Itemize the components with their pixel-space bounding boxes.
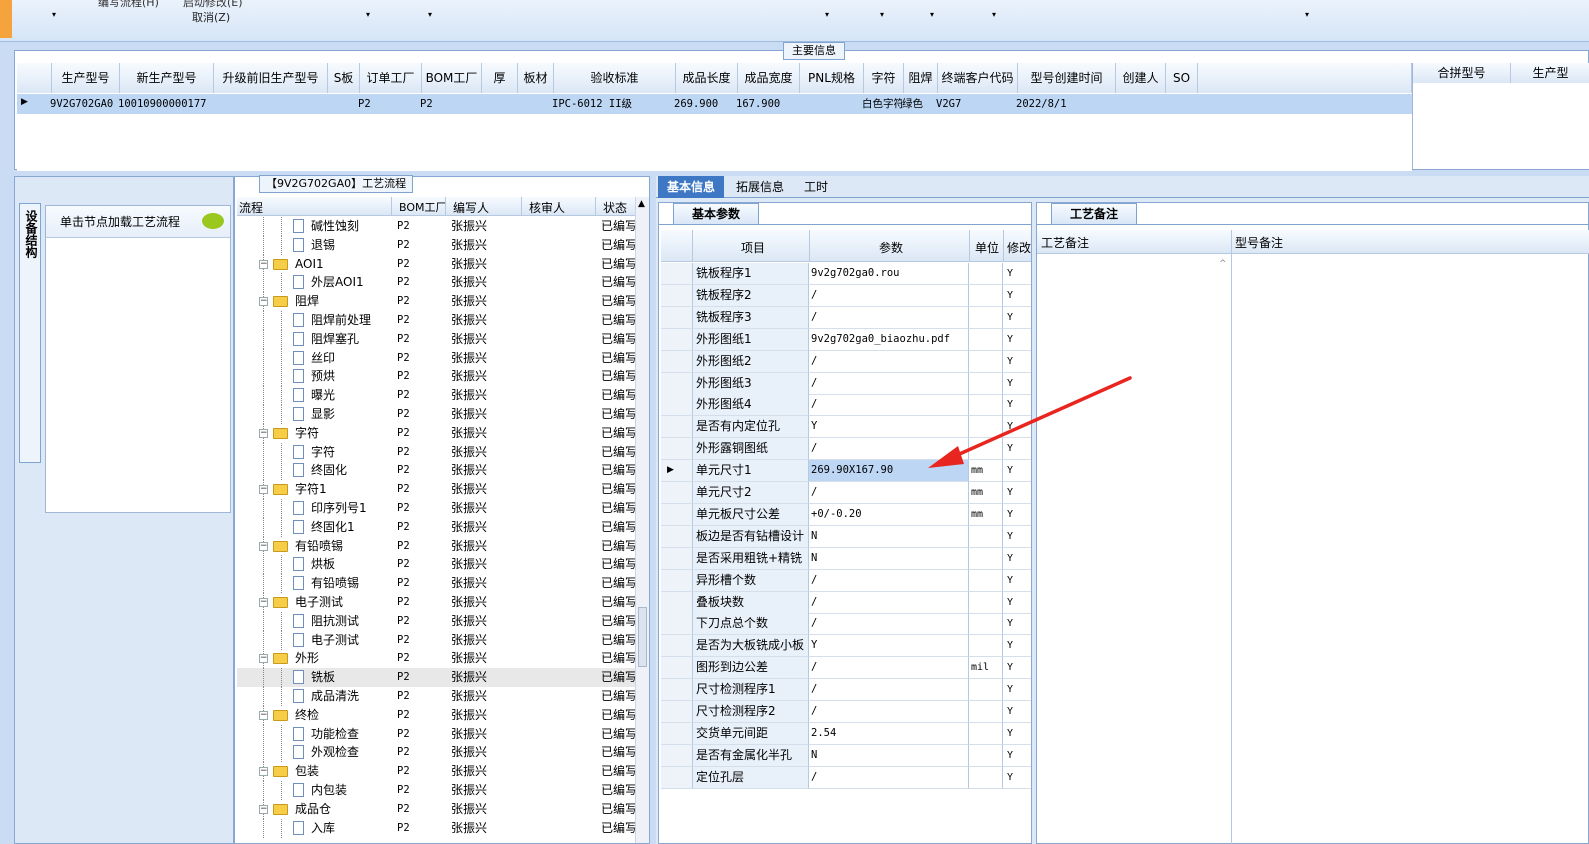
red-arrow-annotation [928, 376, 1132, 468]
